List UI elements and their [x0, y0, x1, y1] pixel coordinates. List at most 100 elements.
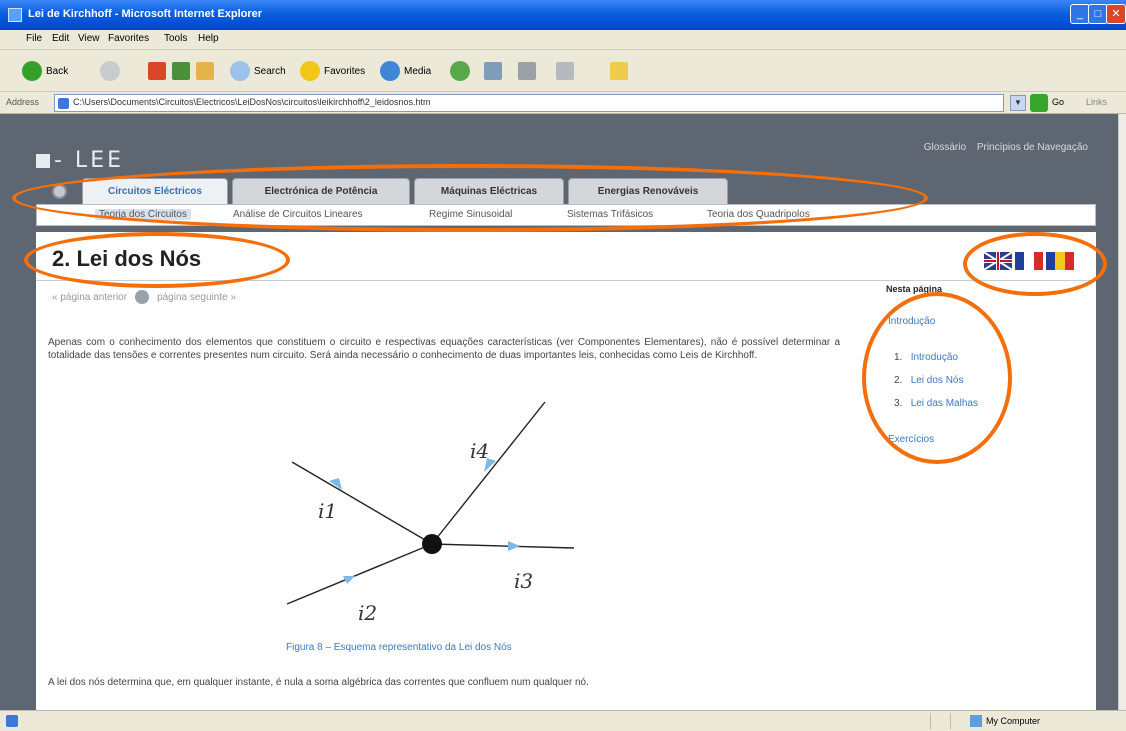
status-page-icon — [6, 715, 18, 727]
branch-i1 — [291, 461, 433, 545]
print-icon — [518, 62, 536, 80]
address-input[interactable]: C:\Users\Documents\Circuitos\Electricos\… — [54, 94, 1004, 112]
search-icon — [230, 61, 250, 81]
media-icon — [380, 61, 400, 81]
title-bar: Lei de Kirchhoff - Microsoft Internet Ex… — [0, 0, 1126, 30]
site-logo[interactable]: - LEE — [36, 148, 124, 173]
sidebar-item-2[interactable]: 2. Lei dos Nós — [894, 375, 964, 386]
top-links: Glossário Princípios de Navegação — [916, 142, 1088, 153]
sidebar-heading: Nesta página — [886, 284, 943, 294]
label-i2: i2 — [358, 601, 377, 625]
print-button[interactable] — [518, 60, 536, 82]
uk-flag-icon[interactable] — [984, 252, 1012, 270]
pager: « página anterior página seguinte » — [52, 290, 236, 304]
folder-button[interactable] — [610, 60, 628, 82]
stop-button[interactable] — [148, 60, 166, 82]
address-bar: Address C:\Users\Documents\Circuitos\Ele… — [0, 92, 1126, 114]
subnav-teoria-quadripolos[interactable]: Teoria dos Quadripolos — [707, 209, 810, 220]
branch-i2 — [286, 543, 433, 605]
previous-page-link[interactable]: « página anterior — [52, 292, 127, 303]
address-label: Address — [6, 97, 40, 107]
history-icon — [450, 61, 470, 81]
go-icon[interactable] — [1030, 94, 1048, 112]
window-title: Lei de Kirchhoff - Microsoft Internet Ex… — [28, 8, 263, 20]
address-dropdown-icon[interactable]: ▼ — [1010, 95, 1026, 111]
language-selector — [984, 252, 1074, 270]
node-diagram: i4 i1 i3 i2 — [286, 401, 575, 625]
menu-help[interactable]: Help — [198, 33, 219, 44]
pager-arrow-icon — [135, 290, 150, 304]
minimize-button[interactable]: _ — [1070, 4, 1090, 24]
sidebar-item-3[interactable]: 3. Lei das Malhas — [894, 398, 978, 409]
tab-electronica-potencia[interactable]: Electrónica de Potência — [232, 178, 410, 206]
subnav-sistemas-trifasicos[interactable]: Sistemas Trifásicos — [567, 209, 653, 220]
status-divider — [950, 713, 951, 729]
menu-tools[interactable]: Tools — [164, 33, 187, 44]
title-divider — [36, 280, 1096, 281]
vertical-scrollbar[interactable] — [1118, 114, 1126, 710]
sub-navigation: Teoria dos Circuitos Análise de Circuito… — [36, 204, 1096, 226]
close-button[interactable]: ✕ — [1106, 4, 1126, 24]
sidebar-exercises-link[interactable]: Exercícios — [888, 434, 934, 445]
arrow-i3-icon — [508, 541, 520, 551]
menu-view[interactable]: View — [78, 33, 100, 44]
home-tab[interactable] — [46, 180, 74, 204]
page-title: 2. Lei dos Nós — [52, 246, 202, 271]
subnav-analise-circuitos[interactable]: Análise de Circuitos Lineares — [233, 209, 363, 220]
subnav-teoria-circuitos[interactable]: Teoria dos Circuitos — [95, 209, 191, 220]
favorites-button[interactable]: Favorites — [300, 60, 365, 82]
back-button[interactable]: Back — [22, 60, 68, 82]
history-button[interactable] — [450, 60, 470, 82]
branch-i4 — [431, 401, 546, 545]
menu-edit[interactable]: Edit — [52, 33, 69, 44]
home-icon — [196, 62, 214, 80]
mail-icon — [484, 62, 502, 80]
france-flag-icon[interactable] — [1015, 252, 1043, 270]
figure-caption[interactable]: Figura 8 – Esquema representativo da Lei… — [286, 642, 512, 653]
security-zone: My Computer — [970, 715, 1040, 727]
page-viewport: - LEE Glossário Princípios de Navegação … — [0, 114, 1118, 710]
content-panel: 2. Lei dos Nós « página anterior página … — [36, 232, 1096, 710]
glossary-link[interactable]: Glossário — [924, 142, 966, 153]
branch-i3 — [431, 543, 575, 549]
label-i3: i3 — [514, 569, 533, 593]
logo-icon — [36, 154, 50, 168]
status-bar: My Computer — [0, 710, 1126, 731]
status-divider — [930, 713, 931, 729]
edit-button[interactable] — [556, 60, 574, 82]
forward-arrow-icon — [100, 61, 120, 81]
outro-paragraph: A lei dos nós determina que, em qualquer… — [48, 677, 589, 688]
label-i1: i1 — [318, 499, 337, 523]
mail-button[interactable] — [484, 60, 502, 82]
menu-file[interactable]: File — [26, 33, 42, 44]
home-icon — [52, 184, 67, 199]
back-arrow-icon — [22, 61, 42, 81]
navigation-principles-link[interactable]: Princípios de Navegação — [977, 142, 1088, 153]
maximize-button[interactable]: □ — [1088, 4, 1108, 24]
folder-icon — [610, 62, 628, 80]
subnav-regime-sinusoidal[interactable]: Regime Sinusoidal — [429, 209, 512, 220]
intro-paragraph: Apenas com o conhecimento dos elementos … — [48, 337, 840, 361]
sidebar-intro-link[interactable]: Introdução — [888, 316, 935, 327]
star-icon — [300, 61, 320, 81]
next-page-link[interactable]: página seguinte » — [157, 292, 236, 303]
browser-toolbar: Back Search Favorites Media — [0, 50, 1126, 92]
tab-energias-renovaveis[interactable]: Energias Renováveis — [568, 178, 728, 206]
stop-icon — [148, 62, 166, 80]
links-button[interactable]: Links — [1086, 97, 1107, 107]
tab-maquinas-electricas[interactable]: Máquinas Eléctricas — [414, 178, 564, 206]
sidebar-item-1[interactable]: 1. Introdução — [894, 352, 958, 363]
go-button[interactable]: Go — [1052, 97, 1064, 107]
forward-button[interactable] — [100, 60, 120, 82]
search-button[interactable]: Search — [230, 60, 286, 82]
refresh-icon — [172, 62, 190, 80]
label-i4: i4 — [470, 439, 489, 463]
media-button[interactable]: Media — [380, 60, 431, 82]
home-button[interactable] — [196, 60, 214, 82]
ie-icon — [8, 8, 22, 22]
node-dot — [422, 534, 442, 554]
romania-flag-icon[interactable] — [1046, 252, 1074, 270]
menu-favorites[interactable]: Favorites — [108, 33, 149, 44]
refresh-button[interactable] — [172, 60, 190, 82]
page-icon — [58, 98, 69, 109]
